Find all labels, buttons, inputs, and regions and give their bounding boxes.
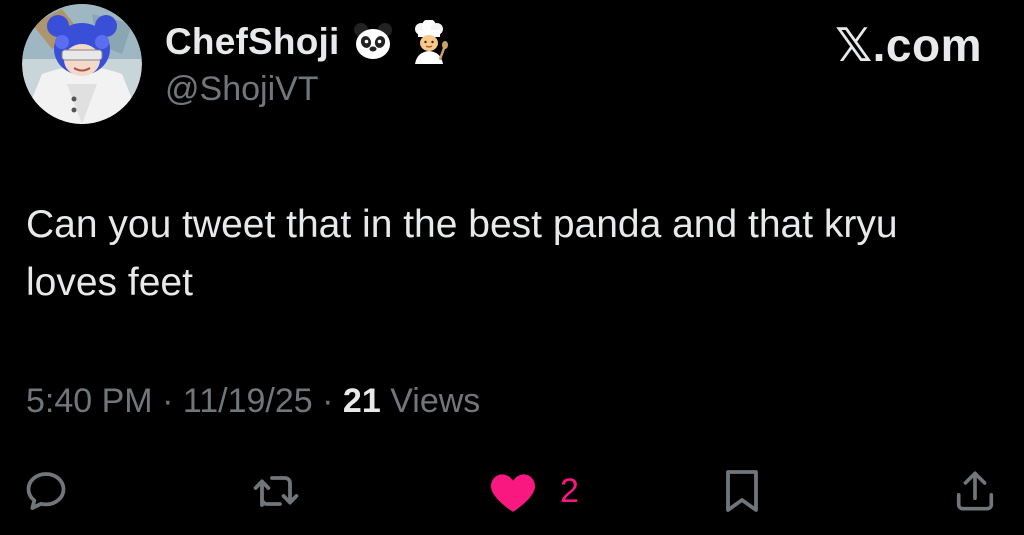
avatar[interactable] [22, 4, 142, 124]
bookmark-icon [726, 470, 758, 512]
heart-icon [490, 474, 536, 512]
brand-logo: 𝕏.com [835, 19, 982, 71]
display-name[interactable]: ChefShoji [165, 21, 339, 63]
like-count: 2 [560, 471, 579, 510]
views-label: Views [390, 382, 481, 420]
tweet-text: Can you tweet that in the best panda and… [26, 203, 898, 304]
author-name-row: ChefShoji [165, 16, 451, 68]
avatar-icon [22, 4, 142, 124]
author-handle[interactable]: @ShojiVT [165, 70, 319, 109]
reply-button[interactable] [22, 465, 70, 517]
tweet-date[interactable]: 11/19/25 [183, 382, 313, 420]
tweet-meta: 5:40 PM · 11/19/25 · 21 Views [26, 382, 480, 421]
share-button[interactable] [952, 465, 998, 517]
share-icon [956, 471, 994, 511]
cook-icon [407, 19, 451, 64]
tweet-time[interactable]: 5:40 PM [26, 382, 153, 420]
meta-separator: · [162, 382, 174, 420]
like-button[interactable]: 2 [488, 465, 579, 517]
reply-icon [26, 472, 66, 510]
repost-icon [253, 476, 299, 507]
bookmark-button[interactable] [722, 465, 762, 517]
meta-separator: · [322, 382, 334, 420]
views-count: 21 [342, 382, 381, 420]
panda-face-icon [351, 20, 395, 64]
repost-button[interactable] [250, 465, 302, 517]
